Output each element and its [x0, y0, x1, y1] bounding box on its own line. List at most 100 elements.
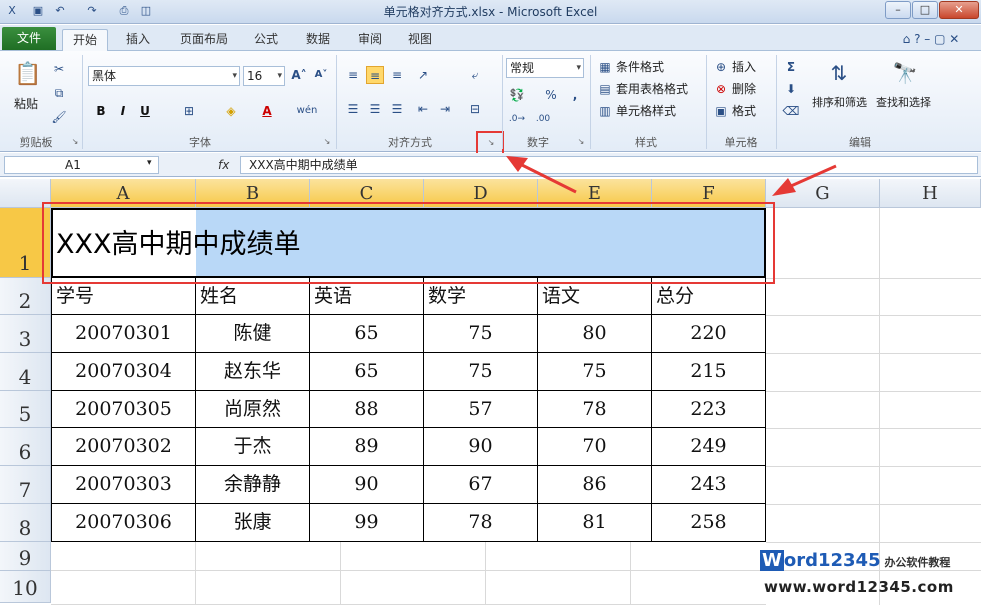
- align-middle-icon[interactable]: ≡: [366, 66, 384, 84]
- table-cell[interactable]: 70: [538, 428, 652, 466]
- shrink-font-icon[interactable]: A˅: [312, 66, 330, 84]
- row-header[interactable]: 4: [0, 353, 51, 391]
- undo-icon[interactable]: ↶: [52, 3, 68, 19]
- tab-page-layout[interactable]: 页面布局: [170, 29, 238, 51]
- row-header[interactable]: 3: [0, 315, 51, 353]
- clear-icon[interactable]: ⌫: [782, 102, 800, 120]
- format-button[interactable]: 格式: [732, 102, 756, 119]
- table-cell[interactable]: 65: [310, 315, 424, 353]
- tab-review[interactable]: 审阅: [350, 29, 390, 51]
- print-icon[interactable]: ⎙: [116, 3, 132, 19]
- phonetic-icon[interactable]: wén: [296, 102, 318, 120]
- table-cell[interactable]: 249: [652, 428, 766, 466]
- table-cell[interactable]: 86: [538, 466, 652, 504]
- table-cell[interactable]: 99: [310, 504, 424, 542]
- cut-icon[interactable]: ✂: [50, 60, 68, 78]
- table-cell[interactable]: 90: [310, 466, 424, 504]
- redo-icon[interactable]: ↷: [84, 3, 100, 19]
- table-cell[interactable]: 223: [652, 391, 766, 428]
- increase-decimal-icon[interactable]: .0→: [508, 110, 526, 128]
- table-cell[interactable]: 张康: [196, 504, 310, 542]
- format-painter-icon[interactable]: 🖌: [50, 108, 68, 126]
- paste-icon[interactable]: 📋: [14, 60, 42, 90]
- table-cell[interactable]: 20070303: [51, 466, 196, 504]
- table-cell[interactable]: 90: [424, 428, 538, 466]
- currency-icon[interactable]: 💱: [508, 86, 526, 104]
- align-top-icon[interactable]: ≡: [344, 66, 362, 84]
- font-color-icon[interactable]: A: [258, 102, 276, 120]
- table-cell[interactable]: 20070304: [51, 353, 196, 391]
- conditional-format-button[interactable]: 条件格式: [616, 58, 664, 75]
- align-bottom-icon[interactable]: ≡: [388, 66, 406, 84]
- table-cell[interactable]: 于杰: [196, 428, 310, 466]
- tab-formulas[interactable]: 公式: [246, 29, 286, 51]
- maximize-button[interactable]: □: [912, 1, 938, 19]
- clipboard-launcher-icon[interactable]: ↘: [70, 137, 80, 147]
- italic-button[interactable]: I: [114, 102, 132, 120]
- number-format-select[interactable]: 常规 ▾: [506, 58, 584, 78]
- row-header[interactable]: 5: [0, 391, 51, 428]
- excel-icon[interactable]: X: [4, 3, 20, 19]
- table-cell[interactable]: 67: [424, 466, 538, 504]
- name-box[interactable]: A1: [4, 156, 159, 174]
- table-cell[interactable]: 赵东华: [196, 353, 310, 391]
- row-header[interactable]: 8: [0, 504, 51, 542]
- paste-button[interactable]: 粘贴: [14, 95, 38, 112]
- table-cell[interactable]: 65: [310, 353, 424, 391]
- underline-button[interactable]: U: [136, 102, 154, 120]
- table-cell[interactable]: 220: [652, 315, 766, 353]
- row-header[interactable]: 6: [0, 428, 51, 466]
- table-cell[interactable]: 尚原然: [196, 391, 310, 428]
- table-cell[interactable]: 80: [538, 315, 652, 353]
- font-size-select[interactable]: 16 ▾: [243, 66, 285, 86]
- minimize-button[interactable]: –: [885, 1, 911, 19]
- delete-button[interactable]: 删除: [732, 80, 756, 97]
- table-cell[interactable]: 78: [424, 504, 538, 542]
- insert-button[interactable]: 插入: [732, 58, 756, 75]
- table-cell[interactable]: 20070301: [51, 315, 196, 353]
- font-name-select[interactable]: 黑体 ▾: [88, 66, 240, 86]
- font-launcher-icon[interactable]: ↘: [322, 137, 332, 147]
- row-header[interactable]: 9: [0, 542, 51, 571]
- table-cell[interactable]: 75: [538, 353, 652, 391]
- tab-data[interactable]: 数据: [298, 29, 338, 51]
- conditional-format-icon[interactable]: ▦: [596, 58, 614, 76]
- borders-icon[interactable]: ⊞: [180, 102, 198, 120]
- orientation-icon[interactable]: ↗: [414, 66, 432, 84]
- tab-insert[interactable]: 插入: [118, 29, 158, 51]
- merge-center-icon[interactable]: ⊟: [466, 100, 484, 118]
- alignment-launcher-icon[interactable]: ↘: [486, 138, 496, 148]
- copy-icon[interactable]: ⧉: [50, 84, 68, 102]
- help-icon[interactable]: ⌂ ? – ▢ ✕: [886, 29, 976, 51]
- wrap-text-icon[interactable]: ⤶: [466, 66, 484, 84]
- column-header[interactable]: H: [880, 179, 981, 208]
- align-right-icon[interactable]: ☰: [388, 100, 406, 118]
- find-select-icon[interactable]: 🔭: [890, 58, 920, 88]
- row-header[interactable]: 10: [0, 571, 51, 603]
- chevron-down-icon[interactable]: ▾: [147, 158, 152, 168]
- format-icon[interactable]: ▣: [712, 102, 730, 120]
- table-format-icon[interactable]: ▤: [596, 80, 614, 98]
- table-cell[interactable]: 89: [310, 428, 424, 466]
- table-cell[interactable]: 75: [424, 315, 538, 353]
- table-cell[interactable]: 215: [652, 353, 766, 391]
- table-cell[interactable]: 余静静: [196, 466, 310, 504]
- table-cell[interactable]: 243: [652, 466, 766, 504]
- table-cell[interactable]: 57: [424, 391, 538, 428]
- table-cell[interactable]: 陈健: [196, 315, 310, 353]
- format-as-table-button[interactable]: 套用表格格式: [616, 80, 688, 97]
- tab-view[interactable]: 视图: [400, 29, 440, 51]
- grow-font-icon[interactable]: A˄: [290, 66, 308, 84]
- save-icon[interactable]: ▣: [30, 3, 46, 19]
- insert-icon[interactable]: ⊕: [712, 58, 730, 76]
- align-left-icon[interactable]: ☰: [344, 100, 362, 118]
- tab-file[interactable]: 文件: [2, 27, 56, 50]
- decrease-decimal-icon[interactable]: .00: [534, 110, 552, 128]
- sort-filter-button[interactable]: 排序和筛选: [812, 94, 867, 110]
- fill-color-icon[interactable]: ◈: [222, 102, 240, 120]
- table-cell[interactable]: 20070302: [51, 428, 196, 466]
- percent-button[interactable]: %: [542, 86, 560, 104]
- sort-filter-icon[interactable]: ⇅: [824, 58, 854, 88]
- increase-indent-icon[interactable]: ⇥: [436, 100, 454, 118]
- table-cell[interactable]: 20070305: [51, 391, 196, 428]
